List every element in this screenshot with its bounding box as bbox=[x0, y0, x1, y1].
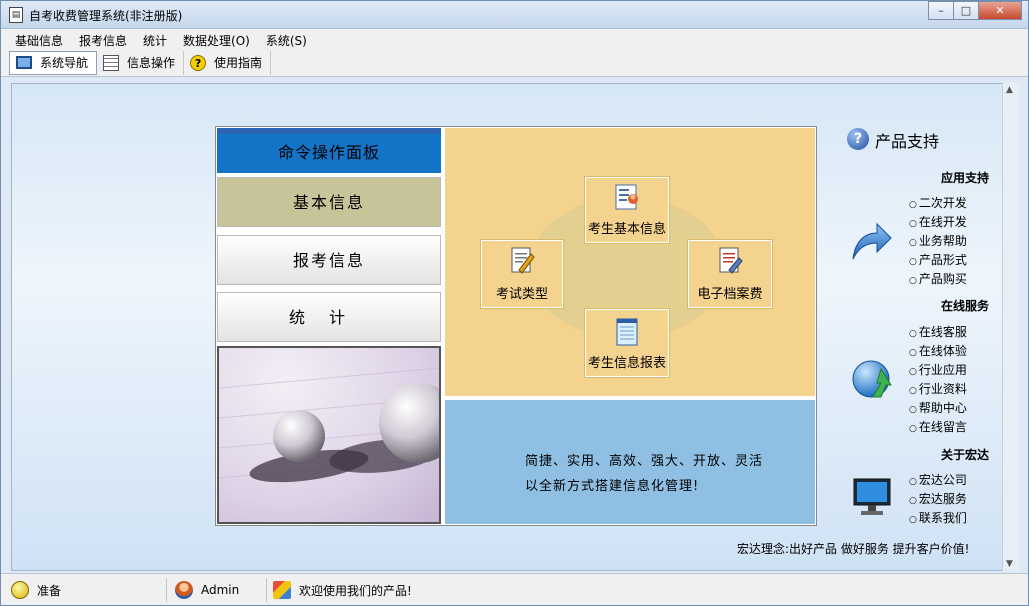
question-icon: ? bbox=[847, 128, 869, 150]
company-motto: 宏达理念:出好产品 做好服务 提升客户价值! bbox=[737, 542, 970, 556]
link-online-cs[interactable]: 在线客服 bbox=[909, 323, 967, 340]
status-user-text: Admin bbox=[201, 583, 240, 597]
app-support-title: 应用支持 bbox=[941, 171, 990, 185]
scroll-down-icon[interactable]: ▼ bbox=[1006, 559, 1013, 569]
monitor-icon bbox=[16, 56, 32, 69]
exam-type-node[interactable]: 考试类型 bbox=[480, 239, 564, 309]
link-service[interactable]: 宏达服务 bbox=[909, 490, 967, 507]
report-table-node[interactable]: 考生信息报表 bbox=[584, 308, 670, 378]
cubes-icon bbox=[273, 581, 291, 599]
archive-document-icon bbox=[719, 247, 743, 274]
report-table-label: 考生信息报表 bbox=[587, 356, 666, 371]
title-bar: ▤ 自考收费管理系统(非注册版) – □ ✕ bbox=[1, 1, 1028, 29]
user-guide-label: 使用指南 bbox=[214, 56, 263, 70]
exam-type-label: 考试类型 bbox=[495, 287, 548, 302]
menu-bar: 基础信息 报考信息 统计 数据处理(O) 系统(S) bbox=[1, 29, 1028, 49]
vertical-scrollbar[interactable]: ▲ ▼ bbox=[1002, 83, 1019, 571]
link-industry-apps[interactable]: 行业应用 bbox=[909, 361, 967, 378]
app-icon: ▤ bbox=[9, 7, 23, 23]
statistics-button[interactable]: 统计 bbox=[217, 292, 441, 342]
link-contact[interactable]: 联系我们 bbox=[909, 509, 967, 526]
command-panel-header: 命令操作面板 bbox=[217, 128, 441, 173]
link-industry-info[interactable]: 行业资料 bbox=[909, 380, 967, 397]
menu-statistics[interactable]: 统计 bbox=[135, 29, 175, 49]
student-info-node[interactable]: 考生基本信息 bbox=[584, 176, 670, 244]
help-icon: ? bbox=[190, 54, 207, 71]
info-operation-label: 信息操作 bbox=[127, 56, 176, 70]
scroll-up-icon[interactable]: ▲ bbox=[1006, 85, 1013, 95]
window-controls: – □ ✕ bbox=[928, 1, 1022, 21]
system-nav-label: 系统导航 bbox=[40, 56, 89, 70]
globe-icon bbox=[852, 360, 892, 398]
system-nav-button[interactable]: 系统导航 bbox=[9, 50, 98, 75]
maximize-button[interactable]: □ bbox=[953, 1, 979, 20]
link-secondary-dev[interactable]: 二次开发 bbox=[909, 194, 967, 211]
status-message-text: 欢迎使用我们的产品! bbox=[299, 583, 412, 598]
status-message: 欢迎使用我们的产品! bbox=[273, 578, 973, 602]
link-online-dev[interactable]: 在线开发 bbox=[909, 213, 967, 230]
menu-data-processing[interactable]: 数据处理(O) bbox=[175, 29, 258, 49]
product-support-title: 产品支持 bbox=[875, 132, 940, 151]
menu-report-info[interactable]: 报考信息 bbox=[71, 29, 135, 49]
link-business-help[interactable]: 业务帮助 bbox=[909, 232, 967, 249]
app-window: ▤ 自考收费管理系统(非注册版) – □ ✕ 基础信息 报考信息 统计 数据处理… bbox=[0, 0, 1029, 606]
archive-fee-label: 电子档案费 bbox=[697, 287, 763, 302]
link-help-center[interactable]: 帮助中心 bbox=[909, 399, 967, 416]
online-service-title: 在线服务 bbox=[941, 299, 990, 313]
decorative-spheres-image bbox=[217, 346, 441, 524]
link-company[interactable]: 宏达公司 bbox=[909, 471, 967, 488]
status-light-icon bbox=[11, 581, 29, 599]
close-button[interactable]: ✕ bbox=[978, 1, 1022, 20]
status-user: Admin bbox=[175, 578, 267, 602]
link-product-form[interactable]: 产品形式 bbox=[909, 251, 967, 268]
report-info-button[interactable]: 报考信息 bbox=[217, 235, 441, 285]
status-ready: 准备 bbox=[11, 578, 167, 602]
grid-icon bbox=[103, 54, 120, 71]
info-operation-button[interactable]: 信息操作 bbox=[97, 50, 185, 75]
status-ready-text: 准备 bbox=[37, 583, 62, 598]
menu-basic-info[interactable]: 基础信息 bbox=[7, 29, 71, 49]
description-line-1: 简捷、实用、高效、强大、开放、灵活 bbox=[525, 454, 764, 469]
link-online-trial[interactable]: 在线体验 bbox=[909, 342, 967, 359]
toolbar: 系统导航 信息操作 ? 使用指南 bbox=[1, 49, 1028, 77]
basic-info-button[interactable]: 基本信息 bbox=[217, 177, 441, 227]
user-icon bbox=[175, 581, 193, 599]
menu-system[interactable]: 系统(S) bbox=[258, 29, 315, 49]
student-info-label: 考生基本信息 bbox=[587, 222, 666, 237]
description-box: 简捷、实用、高效、强大、开放、灵活 以全新方式搭建信息化管理! bbox=[445, 398, 815, 524]
arrow-icon bbox=[852, 222, 892, 260]
edit-document-icon bbox=[511, 247, 535, 274]
description-line-2: 以全新方式搭建信息化管理! bbox=[525, 479, 700, 494]
minimize-button[interactable]: – bbox=[928, 1, 954, 20]
monitor-icon bbox=[853, 478, 891, 515]
link-product-purchase[interactable]: 产品购买 bbox=[909, 270, 967, 287]
about-title: 关于宏达 bbox=[941, 448, 990, 462]
notepad-icon bbox=[616, 318, 638, 346]
user-guide-button[interactable]: ? 使用指南 bbox=[184, 50, 272, 75]
link-online-message[interactable]: 在线留言 bbox=[909, 418, 967, 435]
archive-fee-node[interactable]: 电子档案费 bbox=[687, 239, 773, 309]
window-title: 自考收费管理系统(非注册版) bbox=[29, 9, 183, 23]
status-bar: 准备 Admin 欢迎使用我们的产品! bbox=[1, 573, 1028, 605]
student-card-icon bbox=[615, 184, 638, 210]
